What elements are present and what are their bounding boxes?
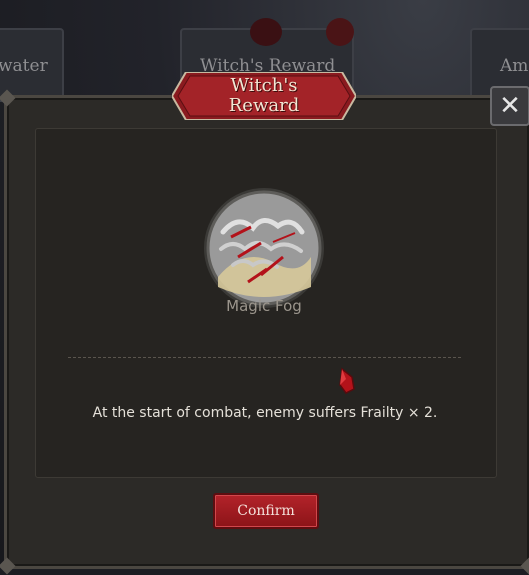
bg-badge-icon	[326, 18, 354, 46]
confirm-button[interactable]: Confirm	[213, 493, 319, 529]
close-button[interactable]: ✕	[490, 86, 529, 126]
bg-card-right-label: Am	[500, 56, 529, 76]
bg-witch-icon	[250, 18, 282, 46]
magic-fog-icon	[204, 188, 324, 308]
divider	[68, 357, 461, 358]
relic-description: At the start of combat, enemy suffers Fr…	[92, 405, 438, 421]
dialog-title: Witch's Reward	[228, 75, 300, 116]
corner-ornament	[520, 557, 529, 575]
red-gem-icon	[339, 367, 355, 394]
relic-name: Magic Fog	[226, 297, 302, 315]
close-icon: ✕	[499, 91, 521, 121]
bg-card-left-label: water	[0, 56, 48, 76]
